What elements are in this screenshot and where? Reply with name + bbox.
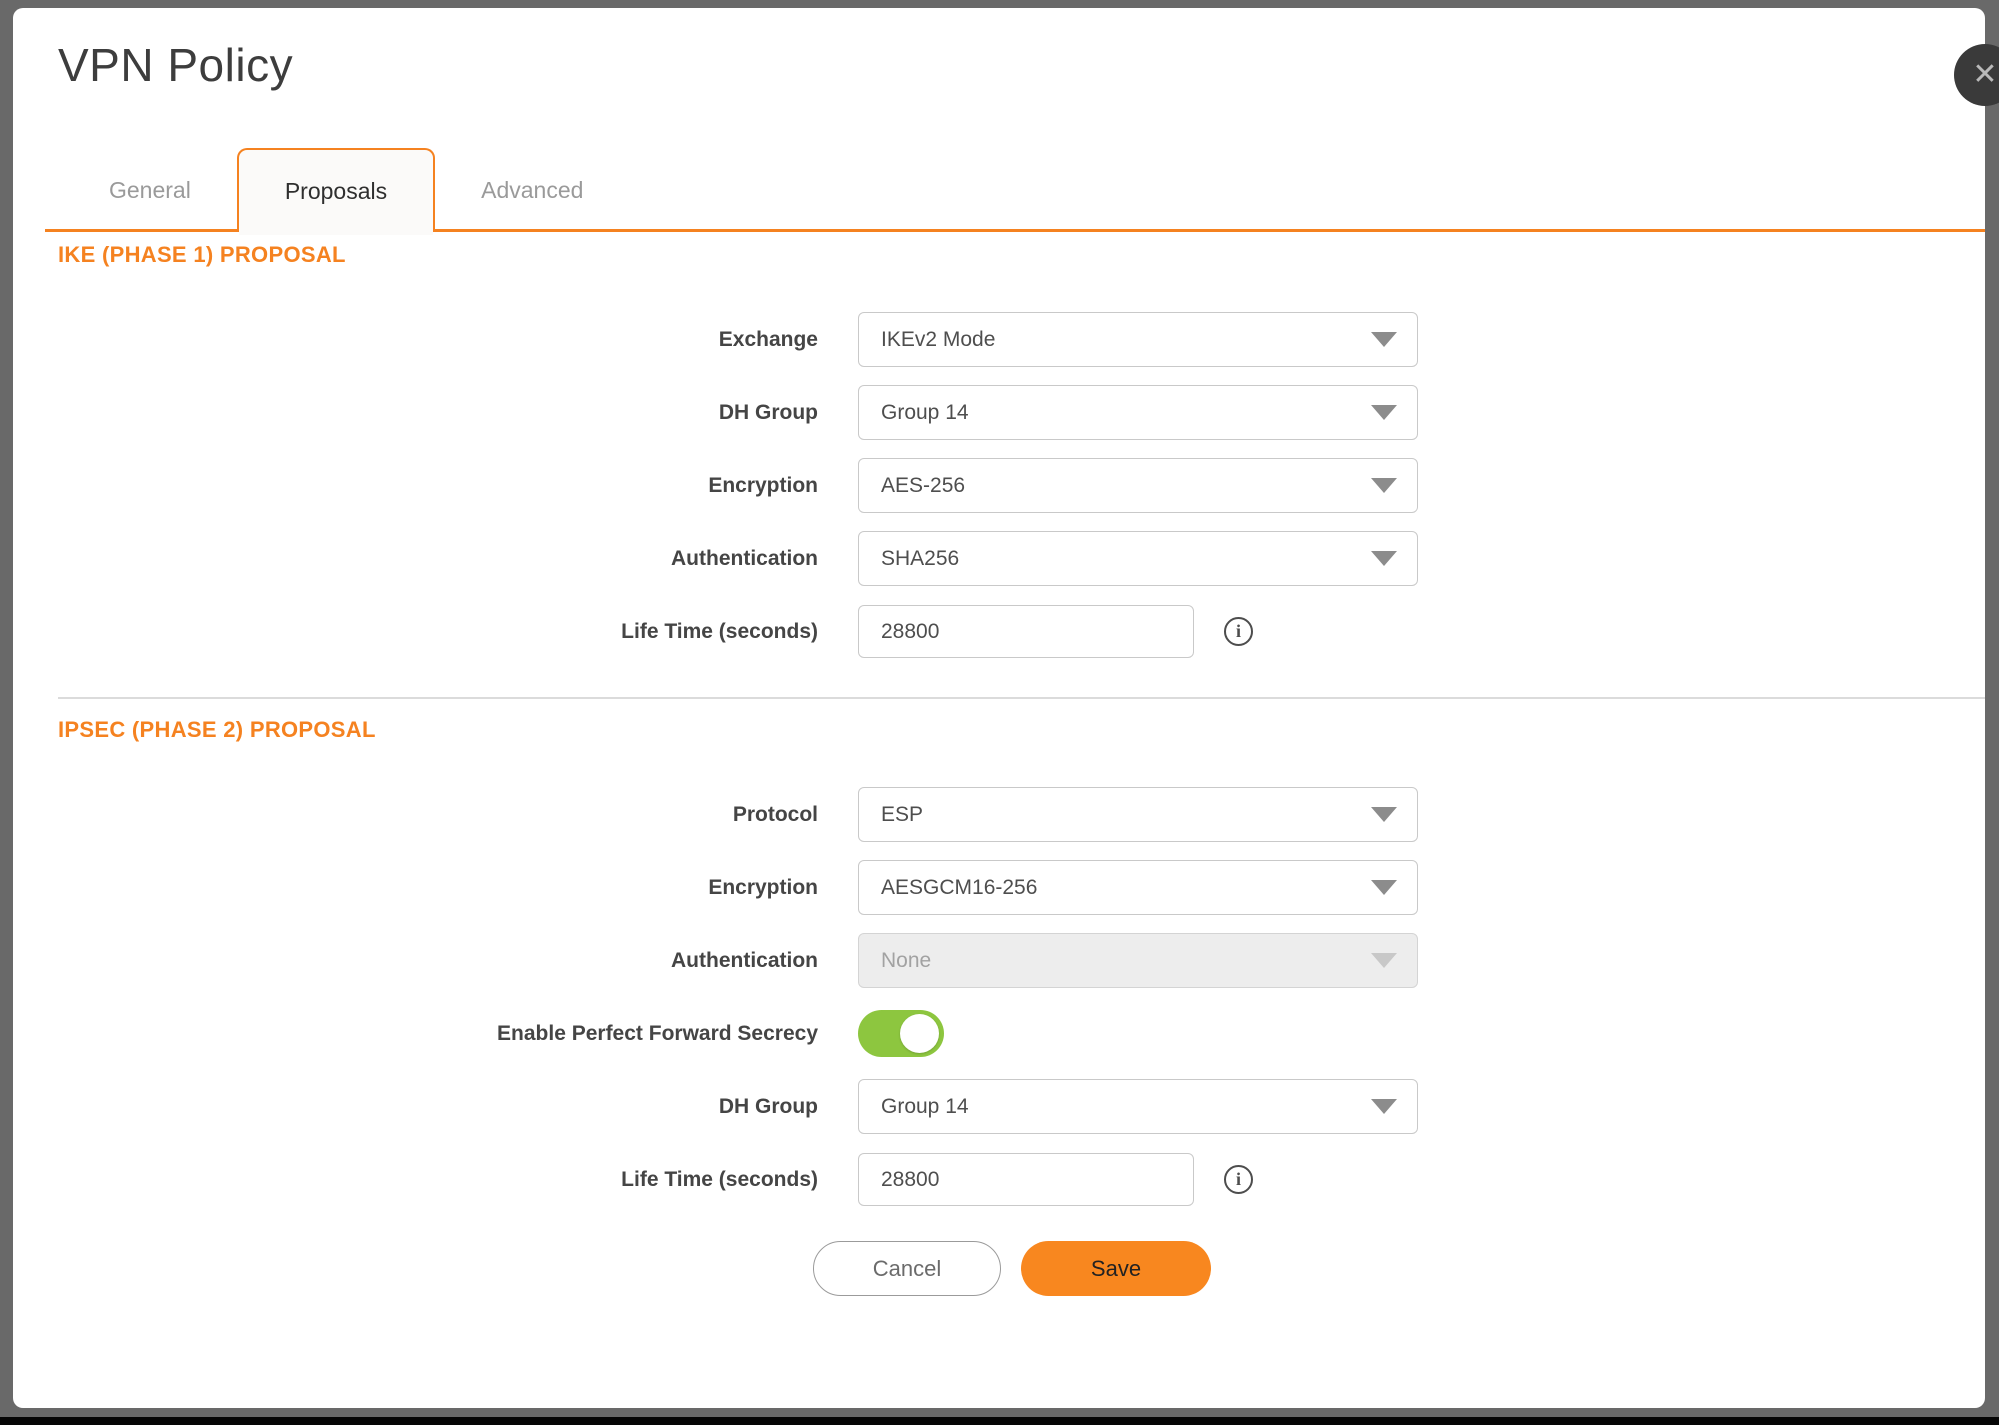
chevron-down-icon [1371,332,1397,347]
select-value: Group 14 [881,401,969,425]
vpn-policy-dialog: ✕ VPN Policy GeneralProposalsAdvanced IK… [13,8,1985,1408]
dialog-title: VPN Policy [58,38,1985,92]
chevron-down-icon [1371,807,1397,822]
tab-general[interactable]: General [63,148,237,232]
ipsec-authentication-select: None [858,933,1418,988]
field-label: Encryption [58,474,858,498]
chevron-down-icon [1371,551,1397,566]
select-value: ESP [881,803,923,827]
select-value: AESGCM16-256 [881,876,1037,900]
section-heading-ipsec: IPSEC (PHASE 2) PROPOSAL [58,717,1985,743]
chevron-down-icon [1371,953,1397,968]
ike-row-authentication: Authentication SHA256 [58,531,1985,586]
chevron-down-icon [1371,880,1397,895]
ike-exchange-select[interactable]: IKEv2 Mode [858,312,1418,367]
tab-bar: GeneralProposalsAdvanced [13,148,1985,232]
tab-advanced[interactable]: Advanced [435,148,629,232]
field-label: Authentication [58,949,858,973]
ike-row-life-time-seconds: Life Time (seconds) i [58,604,1985,659]
ike-authentication-select[interactable]: SHA256 [858,531,1418,586]
field-label: Life Time (seconds) [58,1168,858,1192]
section-heading-ike: IKE (PHASE 1) PROPOSAL [58,242,1985,268]
ipsec-row-life-time-seconds: Life Time (seconds) i [58,1152,1985,1207]
field-label: DH Group [58,401,858,425]
select-value: SHA256 [881,547,959,571]
info-icon[interactable]: i [1224,1165,1253,1194]
ike-row-dh-group: DH Group Group 14 [58,385,1985,440]
ipsec-enable-perfect-forward-secrecy-toggle[interactable] [858,1010,944,1057]
ipsec-life-time-seconds-input[interactable] [858,1153,1194,1206]
ipsec-row-enable-perfect-forward-secrecy: Enable Perfect Forward Secrecy [58,1006,1985,1061]
select-value: AES-256 [881,474,965,498]
field-label: DH Group [58,1095,858,1119]
chevron-down-icon [1371,478,1397,493]
ipsec-protocol-select[interactable]: ESP [858,787,1418,842]
footer-actions: Cancel Save [813,1241,1985,1296]
field-label: Exchange [58,328,858,352]
ipsec-row-dh-group: DH Group Group 14 [58,1079,1985,1134]
ipsec-row-encryption: Encryption AESGCM16-256 [58,860,1985,915]
ike-row-exchange: Exchange IKEv2 Mode [58,312,1985,367]
ike-encryption-select[interactable]: AES-256 [858,458,1418,513]
section-divider [58,697,1985,699]
ike-row-encryption: Encryption AES-256 [58,458,1985,513]
field-label: Encryption [58,876,858,900]
ipsec-row-authentication: Authentication None [58,933,1985,988]
field-label: Enable Perfect Forward Secrecy [58,1022,858,1046]
ike-dh-group-select[interactable]: Group 14 [858,385,1418,440]
select-value: Group 14 [881,1095,969,1119]
ipsec-row-protocol: Protocol ESP [58,787,1985,842]
select-value: IKEv2 Mode [881,328,995,352]
field-label: Authentication [58,547,858,571]
ike-life-time-seconds-input[interactable] [858,605,1194,658]
form-content: IKE (PHASE 1) PROPOSAL Exchange IKEv2 Mode… [13,242,1985,1207]
field-label: Life Time (seconds) [58,620,858,644]
toggle-knob [900,1014,939,1053]
ipsec-encryption-select[interactable]: AESGCM16-256 [858,860,1418,915]
info-icon[interactable]: i [1224,617,1253,646]
select-value: None [881,949,931,973]
field-label: Protocol [58,803,858,827]
ipsec-dh-group-select[interactable]: Group 14 [858,1079,1418,1134]
chevron-down-icon [1371,405,1397,420]
cancel-button[interactable]: Cancel [813,1241,1001,1296]
close-icon: ✕ [1972,60,1997,90]
tab-proposals[interactable]: Proposals [237,148,435,232]
chevron-down-icon [1371,1099,1397,1114]
save-button[interactable]: Save [1021,1241,1211,1296]
